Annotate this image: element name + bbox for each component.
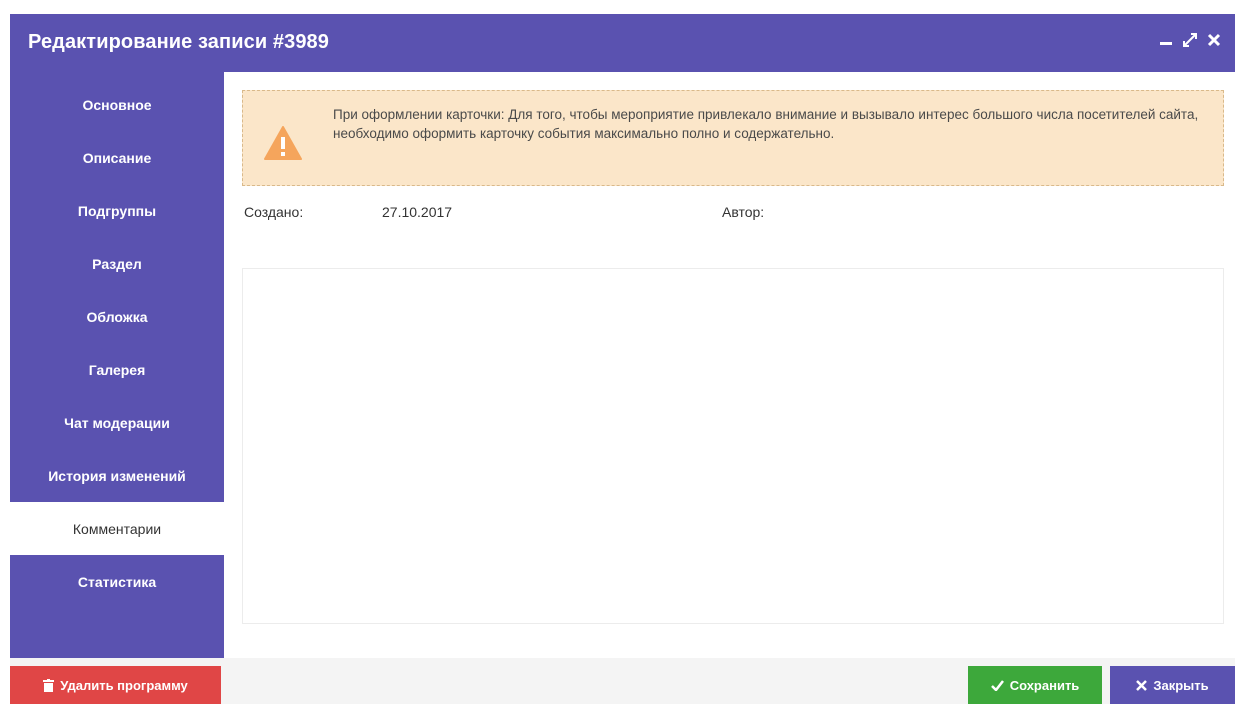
delete-program-button[interactable]: Удалить программу [10,666,221,704]
warning-alert: При оформлении карточки: Для того, чтобы… [242,90,1224,186]
edit-record-modal: Редактирование записи #3989 Основное Опи… [10,14,1235,704]
close-x-icon [1136,679,1148,691]
author-label: Автор: [722,204,765,220]
modal-footer: Удалить программу Сохранить Закрыть [10,658,1235,704]
modal-header: Редактирование записи #3989 [10,14,1235,72]
sidebar-item-subgroups[interactable]: Подгруппы [10,184,224,237]
minimize-icon[interactable] [1157,30,1175,50]
close-icon[interactable] [1205,30,1223,50]
maximize-icon[interactable] [1181,30,1199,50]
save-button[interactable]: Сохранить [968,666,1102,704]
sidebar-item-gallery[interactable]: Галерея [10,343,224,396]
created-date: 27.10.2017 [382,204,453,220]
trash-icon [43,678,55,692]
sidebar-item-statistics[interactable]: Статистика [10,555,224,608]
content-panel: При оформлении карточки: Для того, чтобы… [224,72,1235,658]
sidebar-item-description[interactable]: Описание [10,131,224,184]
delete-program-label: Удалить программу [60,677,188,693]
sidebar-nav: Основное Описание Подгруппы Раздел Облож… [10,72,224,658]
sidebar-item-comments[interactable]: Комментарии [10,502,224,555]
check-icon [990,679,1004,691]
modal-title: Редактирование записи #3989 [28,31,329,53]
created-label: Создано: [244,204,304,220]
save-label: Сохранить [1009,677,1080,693]
alert-text: При оформлении карточки: Для того, чтобы… [333,107,1199,141]
window-controls [1157,30,1223,50]
close-button[interactable]: Закрыть [1110,666,1235,704]
sidebar-item-moderation-chat[interactable]: Чат модерации [10,396,224,449]
warning-icon [263,125,303,161]
close-label: Закрыть [1153,677,1209,693]
sidebar-item-cover[interactable]: Обложка [10,290,224,343]
sidebar-item-history[interactable]: История изменений [10,449,224,502]
sidebar-item-main[interactable]: Основное [10,78,224,131]
comments-area[interactable] [242,268,1224,624]
sidebar-item-section[interactable]: Раздел [10,237,224,290]
